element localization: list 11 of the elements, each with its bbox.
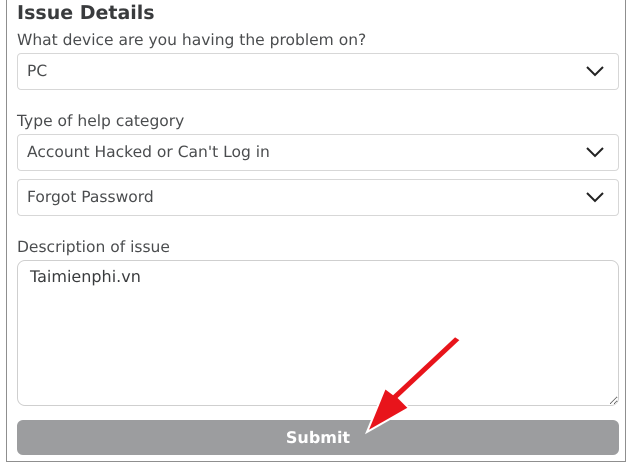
description-field[interactable]: Taimienphi.vn [17,260,619,406]
dropdown[interactable]: Account Hacked or Can't Log in [17,134,619,171]
dropdown[interactable]: Forgot Password [17,179,619,216]
chevron-down-icon [586,66,604,77]
chevron-down-icon [586,147,604,158]
section-heading: Issue Details [17,1,156,26]
field-label: Type of help category [17,111,186,132]
field-label: Description of issue [17,237,171,258]
field-label: What device are you having the problem on? [17,30,368,51]
chevron-down-icon [586,192,604,203]
dropdown[interactable]: PC [17,53,619,90]
